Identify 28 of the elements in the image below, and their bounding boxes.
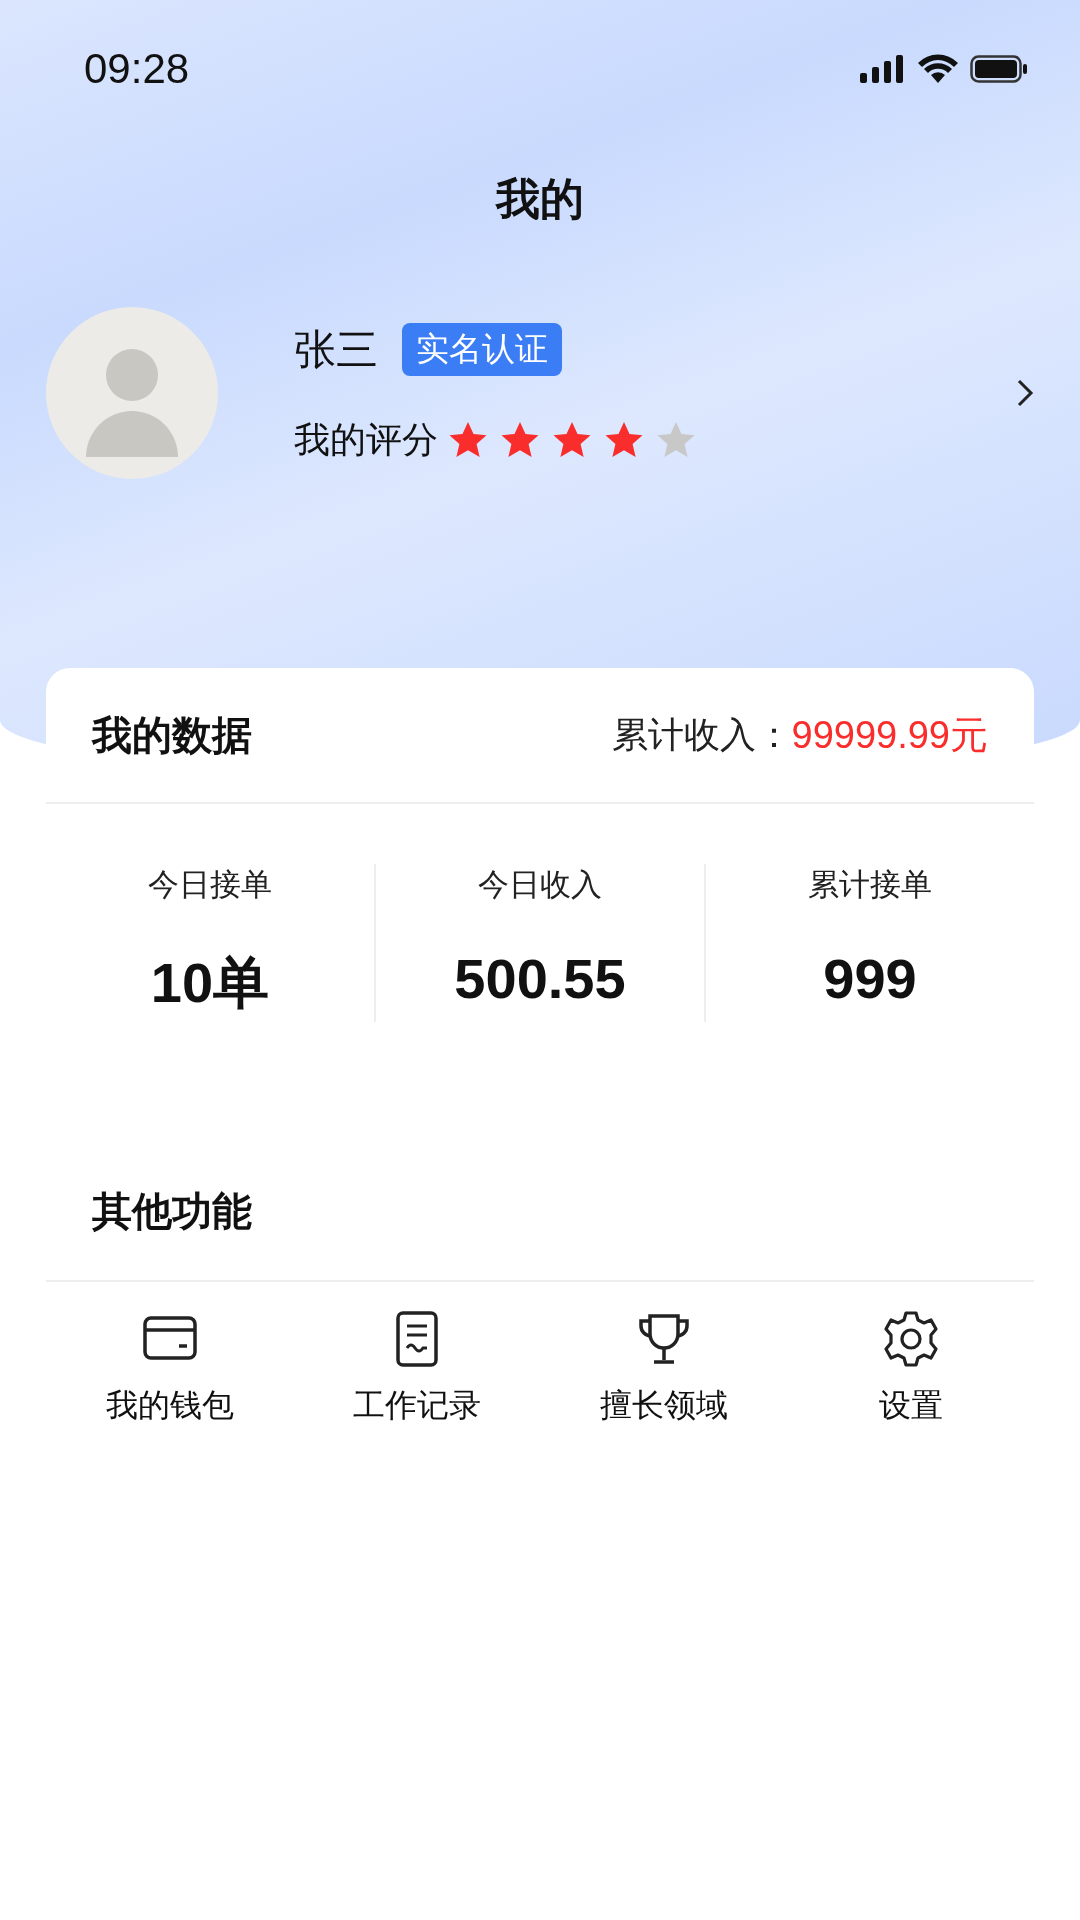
stat-value: 999 [823, 946, 917, 1011]
verified-badge: 实名认证 [402, 323, 562, 376]
star-icon [500, 421, 540, 459]
stat-label: 累计接单 [808, 865, 932, 904]
battery-icon [970, 55, 1028, 83]
income-label: 累计收入： [611, 712, 792, 757]
rating-label: 我的评分 [294, 417, 438, 462]
section-title: 其他功能 [92, 1186, 252, 1236]
income-value: 99999.99元 [791, 712, 988, 758]
star-icon [604, 421, 644, 459]
user-name: 张三 [294, 323, 378, 376]
star-icon [656, 421, 696, 459]
stat-label: 今日接单 [148, 865, 272, 904]
stat-value: 10单 [150, 950, 270, 1016]
status-time: 09:28 [84, 45, 190, 93]
function-item[interactable]: 工作记录 [293, 1308, 540, 1428]
function-item[interactable]: 我的钱包 [46, 1308, 293, 1428]
signal-icon [860, 55, 906, 83]
function-item[interactable]: 设置 [787, 1308, 1034, 1428]
stat-label: 今日收入 [478, 865, 602, 904]
star-icon [448, 421, 488, 459]
function-item[interactable]: 擅长领域 [540, 1308, 787, 1428]
chevron-right-icon [1016, 378, 1034, 408]
star-icon [552, 421, 592, 459]
stat-value: 500.55 [454, 946, 626, 1011]
wifi-icon [918, 54, 958, 84]
page-title: 我的 [494, 172, 585, 226]
section-title: 我的数据 [92, 710, 252, 760]
